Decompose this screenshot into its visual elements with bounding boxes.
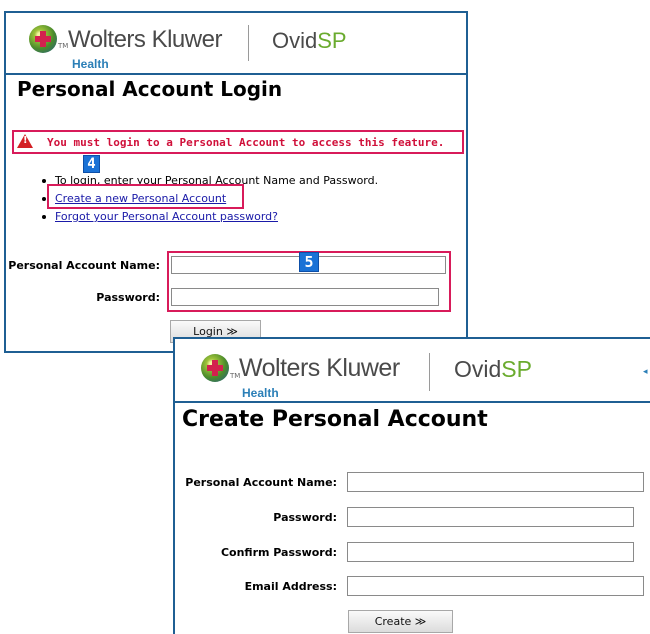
product-name: OvidSP xyxy=(272,28,347,53)
annotation-marker-4: 4 xyxy=(83,155,100,173)
annotation-marker-5: 5 xyxy=(299,252,319,272)
brand-name: Wolters Kluwer xyxy=(68,26,222,53)
password-input[interactable] xyxy=(171,288,439,306)
account-name-input[interactable] xyxy=(347,472,644,492)
confirm-password-label: Confirm Password: xyxy=(220,546,337,559)
brand-division: Health xyxy=(72,57,109,71)
warning-icon: ! xyxy=(17,134,33,148)
warning-message: You must login to a Personal Account to … xyxy=(47,136,445,149)
create-link-highlight xyxy=(47,184,244,209)
trademark-mark: TM xyxy=(58,42,69,50)
list-item: Forgot your Personal Account password? xyxy=(40,208,378,226)
create-header: TM Wolters Kluwer Health OvidSP ◂ xyxy=(175,339,650,403)
password-label: Password: xyxy=(96,291,160,304)
product-name: OvidSP xyxy=(454,356,532,382)
brand-division: Health xyxy=(242,386,279,400)
confirm-password-input[interactable] xyxy=(347,542,634,562)
back-arrow-icon[interactable]: ◂ xyxy=(643,367,648,377)
create-button[interactable]: Create ≫ xyxy=(348,610,453,633)
password-label: Password: xyxy=(273,511,337,524)
page-title: Personal Account Login xyxy=(17,77,283,101)
account-name-label: Personal Account Name: xyxy=(185,476,337,489)
brand-name: Wolters Kluwer xyxy=(239,354,400,382)
email-label: Email Address: xyxy=(244,580,337,593)
header-divider xyxy=(248,25,249,61)
wolters-kluwer-logo-icon xyxy=(29,25,57,53)
email-input[interactable] xyxy=(347,576,644,596)
page-title: Create Personal Account xyxy=(182,407,488,432)
forgot-password-link[interactable]: Forgot your Personal Account password? xyxy=(55,210,278,223)
password-input[interactable] xyxy=(347,507,634,527)
header-divider xyxy=(429,353,430,391)
create-account-window: TM Wolters Kluwer Health OvidSP ◂ Create… xyxy=(173,337,650,634)
login-header: TM Wolters Kluwer Health OvidSP xyxy=(6,13,466,75)
account-name-label: Personal Account Name: xyxy=(8,259,160,272)
warning-banner: ! You must login to a Personal Account t… xyxy=(12,130,464,154)
wolters-kluwer-logo-icon xyxy=(201,354,229,382)
